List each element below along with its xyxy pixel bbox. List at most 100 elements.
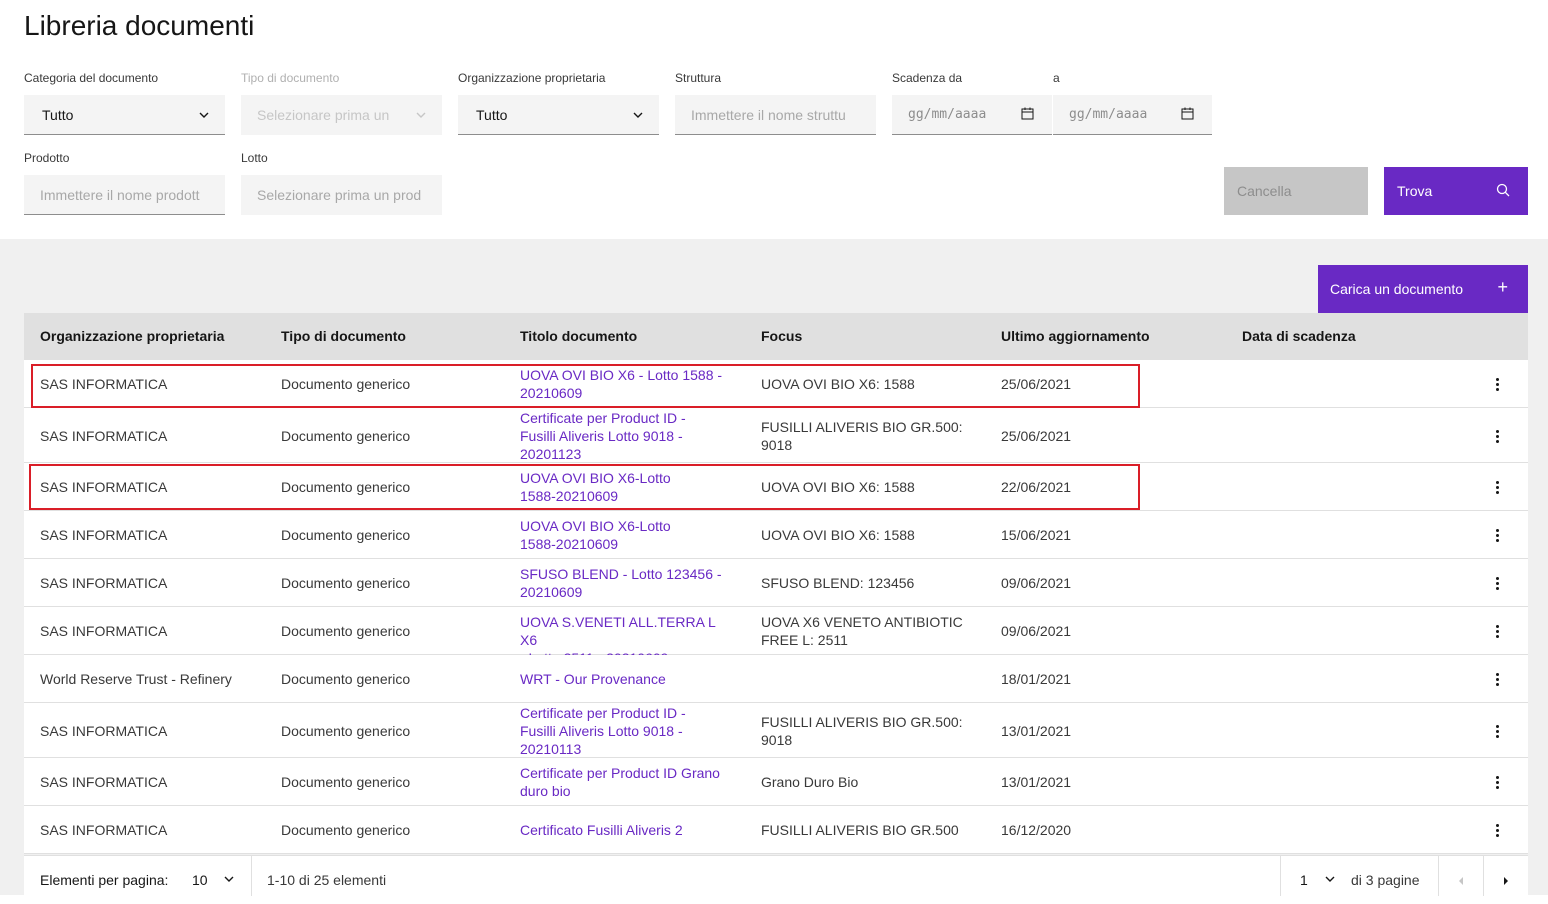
cell-focus: FUSILLI ALIVERIS BIO GR.500: 9018 bbox=[761, 418, 976, 454]
cell-doc-title-link[interactable]: Certificato Fusilli Aliveris 2 bbox=[520, 821, 735, 839]
cell-focus: FUSILLI ALIVERIS BIO GR.500 bbox=[761, 821, 976, 839]
expiry-to-label: a bbox=[1053, 71, 1060, 85]
filter-panel: Libreria documenti Categoria del documen… bbox=[0, 0, 1548, 239]
expiry-from-input[interactable]: gg/mm/aaaa bbox=[892, 95, 1052, 135]
focus-line: UOVA X6 VENETO ANTIBIOTIC bbox=[761, 614, 963, 630]
structure-input-placeholder: Immettere il nome struttu bbox=[691, 106, 846, 123]
title-line[interactable]: UOVA OVI BIO X6-Lotto bbox=[520, 469, 735, 487]
structure-input[interactable]: Immettere il nome struttu bbox=[675, 95, 876, 135]
product-input-placeholder: Immettere il nome prodott bbox=[40, 186, 200, 203]
title-line[interactable]: 20210113 bbox=[520, 740, 735, 758]
cell-doc-title-link[interactable]: WRT - Our Provenance bbox=[520, 670, 735, 688]
title-line[interactable]: duro bio bbox=[520, 782, 735, 800]
cell-doc-title-link[interactable]: Certificate per Product ID Grano duro bio bbox=[520, 764, 735, 800]
overflow-menu-icon[interactable] bbox=[1496, 725, 1500, 740]
overflow-menu-icon[interactable] bbox=[1496, 577, 1500, 592]
cell-doc-title-link[interactable]: Certificate per Product ID - Fusilli Aliv… bbox=[520, 704, 735, 758]
focus-line: 9018 bbox=[761, 437, 793, 453]
table-row[interactable]: SAS INFORMATICA Documento generico Certifi… bbox=[24, 806, 1528, 854]
structure-label: Struttura bbox=[675, 71, 722, 85]
page-select[interactable]: 1 bbox=[1300, 856, 1336, 896]
title-line[interactable]: 20201123 bbox=[520, 445, 735, 463]
items-range: 1-10 di 25 elementi bbox=[267, 872, 387, 888]
table-row[interactable]: SAS INFORMATICA Documento generico UOVA OV… bbox=[24, 360, 1528, 408]
cell-doc-title-link[interactable]: UOVA OVI BIO X6 - Lotto 1588 -20210609 bbox=[520, 366, 735, 402]
product-input[interactable]: Immettere il nome prodott bbox=[24, 175, 225, 215]
cell-doc-title-link[interactable]: UOVA OVI BIO X6-Lotto 1588-20210609 bbox=[520, 517, 735, 553]
cell-owner-org: SAS INFORMATICA bbox=[40, 376, 168, 392]
plus-icon: + bbox=[1497, 277, 1508, 297]
search-icon bbox=[1496, 183, 1510, 200]
title-line[interactable]: Certificate per Product ID - bbox=[520, 704, 735, 722]
expiry-to-input[interactable]: gg/mm/aaaa bbox=[1053, 95, 1212, 135]
overflow-menu-icon[interactable] bbox=[1496, 481, 1500, 496]
calendar-icon[interactable] bbox=[1181, 107, 1194, 124]
overflow-menu-icon[interactable] bbox=[1496, 378, 1500, 393]
doc-type-select[interactable]: Selezionare prima un bbox=[241, 95, 442, 135]
title-line[interactable]: Certificate per Product ID - bbox=[520, 409, 735, 427]
cell-doc-title-link[interactable]: Certificate per Product ID - Fusilli Aliv… bbox=[520, 409, 735, 463]
title-line[interactable]: 20210609 bbox=[520, 583, 735, 601]
title-line[interactable]: Fusilli Aliveris Lotto 9018 - bbox=[520, 722, 735, 740]
title-line[interactable]: 1588-20210609 bbox=[520, 487, 735, 505]
items-per-page-select[interactable]: 10 bbox=[192, 856, 235, 896]
header-last-update[interactable]: Ultimo aggiornamento bbox=[1001, 313, 1150, 360]
cell-last-update: 13/01/2021 bbox=[1001, 774, 1072, 790]
doc-type-select-placeholder: Selezionare prima un bbox=[257, 106, 390, 123]
overflow-menu-icon[interactable] bbox=[1496, 625, 1500, 640]
title-line[interactable]: Certificato Fusilli Aliveris 2 bbox=[520, 821, 735, 839]
caret-left-icon bbox=[1457, 872, 1465, 888]
lot-input[interactable]: Selezionare prima un prod bbox=[241, 175, 442, 215]
cell-last-update: 09/06/2021 bbox=[1001, 575, 1072, 591]
category-select[interactable]: Tutto bbox=[24, 95, 225, 135]
title-line[interactable]: Fusilli Aliveris Lotto 9018 - bbox=[520, 427, 735, 445]
header-doc-type[interactable]: Tipo di documento bbox=[281, 313, 406, 360]
table-row[interactable]: SAS INFORMATICA Documento generico SFUSO B… bbox=[24, 559, 1528, 607]
prev-page-button[interactable] bbox=[1439, 856, 1483, 896]
title-line[interactable]: 20210609 bbox=[520, 384, 735, 402]
upload-document-button[interactable]: Carica un documento + bbox=[1318, 265, 1528, 313]
expiry-from-label: Scadenza da bbox=[892, 71, 963, 85]
table-row[interactable]: World Reserve Trust - Refinery Documento … bbox=[24, 655, 1528, 703]
cancel-button[interactable]: Cancella bbox=[1224, 167, 1368, 215]
table-row[interactable]: SAS INFORMATICA Documento generico UOVA OV… bbox=[24, 463, 1528, 511]
lot-label: Lotto bbox=[241, 151, 268, 165]
overflow-menu-icon[interactable] bbox=[1496, 430, 1500, 445]
overflow-menu-icon[interactable] bbox=[1496, 529, 1500, 544]
table-row[interactable]: SAS INFORMATICA Documento generico Certifi… bbox=[24, 703, 1528, 758]
header-doc-title[interactable]: Titolo documento bbox=[520, 313, 637, 360]
title-line[interactable]: WRT - Our Provenance bbox=[520, 670, 735, 688]
header-focus[interactable]: Focus bbox=[761, 313, 802, 360]
page-title: Libreria documenti bbox=[24, 10, 255, 41]
table-row[interactable]: SAS INFORMATICA Documento generico UOVA OV… bbox=[24, 511, 1528, 559]
calendar-icon[interactable] bbox=[1021, 107, 1034, 124]
header-owner-org[interactable]: Organizzazione proprietaria bbox=[40, 313, 224, 360]
focus-line: 9018 bbox=[761, 732, 793, 748]
owner-org-label: Organizzazione proprietaria bbox=[458, 71, 606, 85]
overflow-menu-icon[interactable] bbox=[1496, 776, 1500, 791]
owner-org-select[interactable]: Tutto bbox=[458, 95, 659, 135]
cell-doc-title-link[interactable]: SFUSO BLEND - Lotto 123456 -20210609 bbox=[520, 565, 735, 601]
cell-doc-type: Documento generico bbox=[281, 376, 411, 392]
cell-last-update: 25/06/2021 bbox=[1001, 376, 1072, 392]
overflow-menu-icon[interactable] bbox=[1496, 673, 1500, 688]
cell-doc-type: Documento generico bbox=[281, 774, 411, 790]
title-line[interactable]: Certificate per Product ID Grano bbox=[520, 764, 735, 782]
cell-doc-type: Documento generico bbox=[281, 623, 411, 639]
header-expiry-date[interactable]: Data di scadenza bbox=[1242, 313, 1356, 360]
find-button[interactable]: Trova bbox=[1384, 167, 1528, 215]
table-row[interactable]: SAS INFORMATICA Documento generico Certifi… bbox=[24, 408, 1528, 463]
next-page-button[interactable] bbox=[1484, 856, 1528, 896]
table-row[interactable]: SAS INFORMATICA Documento generico Certifi… bbox=[24, 758, 1528, 806]
table-row[interactable]: SAS INFORMATICA Documento generico UOVA S.… bbox=[24, 607, 1528, 666]
cell-last-update: 15/06/2021 bbox=[1001, 527, 1072, 543]
title-line[interactable]: UOVA OVI BIO X6 - Lotto 1588 - bbox=[520, 366, 735, 384]
title-line[interactable]: 1588-20210609 bbox=[520, 535, 735, 553]
focus-line: UOVA OVI BIO X6: 1588 bbox=[761, 527, 915, 543]
title-line[interactable]: UOVA S.VENETI ALL.TERRA L X6 bbox=[520, 613, 735, 649]
cell-doc-title-link[interactable]: UOVA OVI BIO X6-Lotto 1588-20210609 bbox=[520, 469, 735, 505]
doc-type-label: Tipo di documento bbox=[241, 71, 340, 85]
overflow-menu-icon[interactable] bbox=[1496, 824, 1500, 839]
title-line[interactable]: UOVA OVI BIO X6-Lotto bbox=[520, 517, 735, 535]
title-line[interactable]: SFUSO BLEND - Lotto 123456 - bbox=[520, 565, 735, 583]
